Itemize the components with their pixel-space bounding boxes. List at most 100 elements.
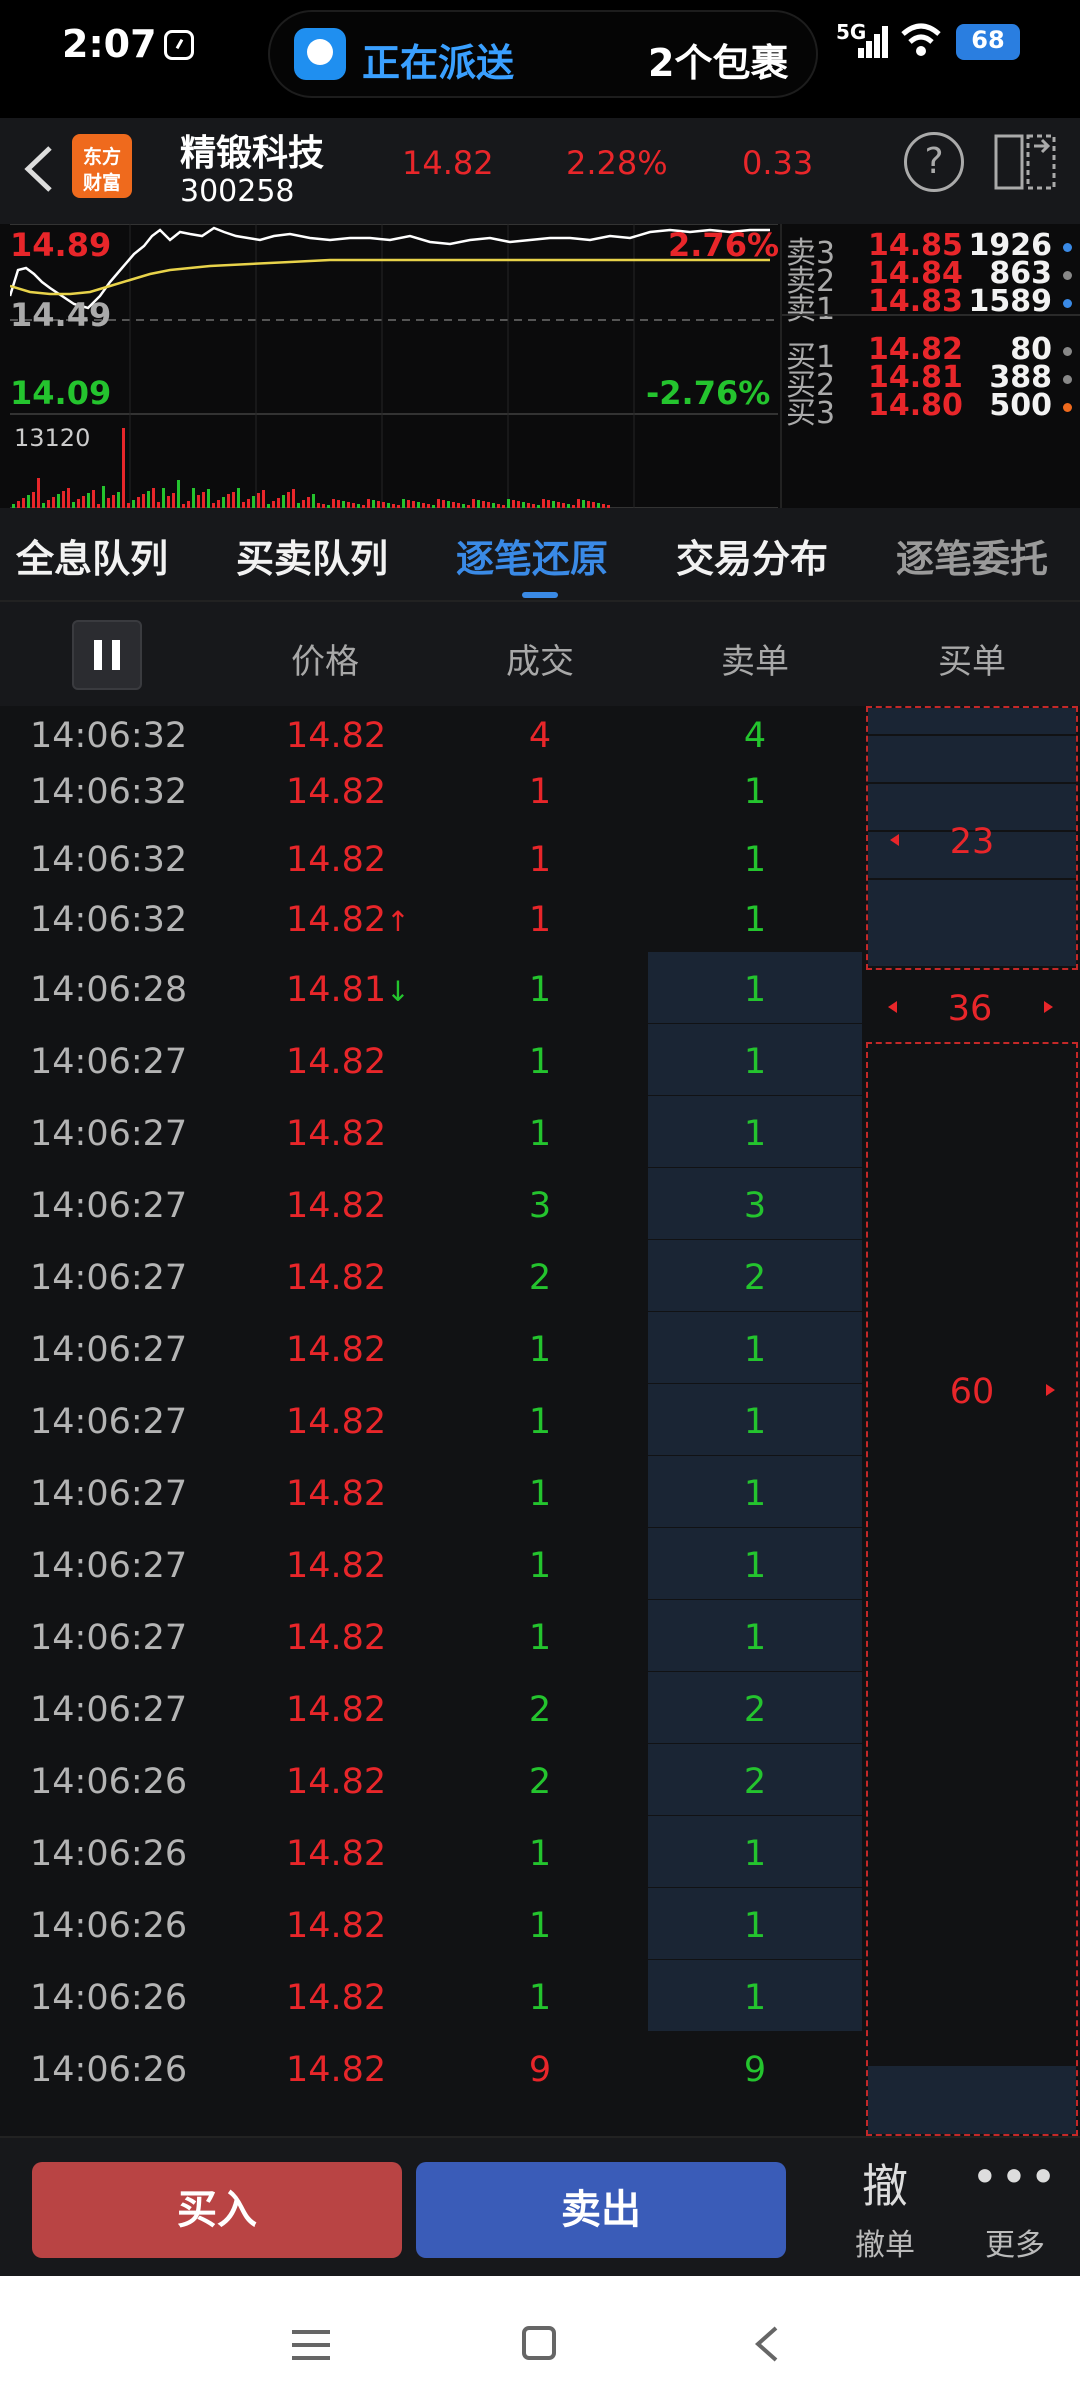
sell-order-size: 1 bbox=[743, 1114, 767, 1154]
trade-price: 14.82 bbox=[286, 2050, 386, 2090]
intraday-chart-area[interactable]: 14.89 2.76% 14.49 14.09 -2.76% 13120 卖3 1… bbox=[0, 224, 1080, 508]
volume-bar bbox=[447, 501, 450, 508]
volume-bar bbox=[17, 501, 20, 508]
volume-bar bbox=[342, 501, 345, 508]
logo-line-1: 东方 bbox=[82, 146, 121, 168]
ask-level-row: 卖1 14.83 1589 bbox=[782, 284, 1080, 327]
volume-bar bbox=[282, 495, 285, 508]
trade-time: 14:06:27 bbox=[30, 1258, 188, 1298]
volume-bar bbox=[152, 488, 155, 508]
stock-code: 300258 bbox=[180, 174, 295, 209]
volume-bar bbox=[272, 501, 275, 508]
logo-line-2: 财富 bbox=[82, 172, 121, 194]
trade-time: 14:06:32 bbox=[30, 900, 188, 940]
buy-order-cell bbox=[868, 736, 1076, 784]
volume-bar bbox=[507, 499, 510, 508]
buy-order-group-2[interactable]: 36 bbox=[866, 972, 1078, 1042]
trade-volume: 4 bbox=[528, 716, 552, 756]
buy-order-group-3[interactable]: 60 bbox=[866, 1042, 1078, 2136]
pause-button[interactable] bbox=[72, 620, 142, 690]
chart-low-pct: -2.76% bbox=[646, 374, 771, 412]
volume-bar bbox=[107, 498, 110, 508]
sell-order-size: 3 bbox=[743, 1186, 767, 1226]
buy-button[interactable]: 买入 bbox=[32, 2162, 402, 2258]
trade-price: 14.82 bbox=[286, 1258, 386, 1298]
sell-order-cell: 1 bbox=[648, 1600, 862, 1673]
sell-button[interactable]: 卖出 bbox=[416, 2162, 786, 2258]
stock-header: 东方 财富 精锻科技 300258 14.82 2.28% 0.33 ? bbox=[0, 118, 1080, 224]
sell-order-cell: 3 bbox=[648, 1168, 862, 1241]
sell-order-cell: 1 bbox=[648, 1960, 862, 2033]
trade-volume: 1 bbox=[528, 840, 552, 880]
trade-time: 14:06:27 bbox=[30, 1690, 188, 1730]
volume-bar bbox=[77, 499, 80, 508]
volume-bar bbox=[367, 499, 370, 508]
column-price: 价格 bbox=[291, 642, 359, 682]
home-icon[interactable] bbox=[522, 2326, 556, 2360]
trade-price-value: 14.82 bbox=[286, 2050, 387, 2090]
trade-price: 14.82 bbox=[286, 1474, 386, 1514]
trade-price: 14.82 bbox=[286, 772, 386, 812]
volume-bar bbox=[207, 489, 210, 508]
volume-bar bbox=[137, 497, 140, 508]
delivery-package-count: 2个包裹 bbox=[648, 41, 789, 85]
volume-bar bbox=[87, 493, 90, 508]
trade-volume: 1 bbox=[528, 1546, 552, 1586]
trade-price-value: 14.82 bbox=[286, 1402, 387, 1442]
back-arrow-icon[interactable] bbox=[22, 144, 56, 194]
trade-price-value: 14.82 bbox=[286, 1546, 387, 1586]
sell-order-size: 1 bbox=[743, 900, 767, 940]
delivery-notification-pill[interactable]: 正在派送 2个包裹 bbox=[268, 10, 818, 98]
trade-price-value: 14.82 bbox=[286, 1762, 387, 1802]
volume-bar bbox=[412, 501, 415, 508]
sell-order-cell: 1 bbox=[648, 1816, 862, 1889]
trade-price: 14.82 bbox=[286, 1330, 386, 1370]
trade-price-value: 14.82 bbox=[286, 772, 387, 812]
trade-price: 14.82 bbox=[286, 1762, 386, 1802]
volume-bar bbox=[192, 488, 195, 508]
column-header: 价格 成交 卖单 买单 bbox=[0, 600, 1080, 706]
tab-tick-restore[interactable]: 逐笔还原 bbox=[456, 528, 608, 583]
recent-apps-icon[interactable] bbox=[292, 2330, 330, 2360]
system-back-icon[interactable] bbox=[752, 2324, 782, 2364]
system-nav-bar bbox=[0, 2276, 1080, 2400]
next-order-icon bbox=[1046, 1384, 1055, 1396]
level-dot-icon bbox=[1063, 299, 1072, 308]
volume-bar bbox=[37, 478, 40, 508]
trade-time: 14:06:27 bbox=[30, 1546, 188, 1586]
trade-price-value: 14.82 bbox=[286, 1042, 387, 1082]
cancel-order-button[interactable]: 撤 撤单 bbox=[830, 2150, 940, 2270]
more-button[interactable]: ••• 更多 bbox=[960, 2150, 1070, 2270]
intraday-chart[interactable] bbox=[10, 224, 778, 508]
help-icon[interactable]: ? bbox=[904, 132, 964, 192]
trade-price-value: 14.82 bbox=[286, 1330, 387, 1370]
trade-volume: 3 bbox=[528, 1186, 552, 1226]
volume-bar bbox=[62, 491, 65, 508]
trade-volume: 9 bbox=[528, 2050, 552, 2090]
volume-bar bbox=[82, 496, 85, 508]
volume-bar bbox=[542, 499, 545, 508]
level-dot-icon bbox=[1063, 375, 1072, 384]
chart-low-price: 14.09 bbox=[10, 374, 112, 412]
trade-price: 14.82 bbox=[286, 1906, 386, 1946]
level-dot-icon bbox=[1063, 271, 1072, 280]
volume-bar bbox=[332, 499, 335, 508]
buy-order-group-1[interactable]: 23 bbox=[866, 706, 1078, 970]
trade-time: 14:06:27 bbox=[30, 1042, 188, 1082]
tab-tick-orders[interactable]: 逐笔委托 bbox=[896, 528, 1048, 583]
more-icon: ••• bbox=[971, 2150, 1059, 2204]
trade-volume: 2 bbox=[528, 1762, 552, 1802]
split-screen-icon[interactable] bbox=[994, 132, 1056, 192]
volume-bar bbox=[237, 488, 240, 508]
tick-trade-list[interactable]: 14:06:32 14.82 4 4 14:06:32 14.82 1 1 14:06:32 14… bbox=[0, 706, 1080, 2136]
column-buy-orders: 买单 bbox=[938, 642, 1006, 682]
tab-bid-ask-queue[interactable]: 买卖队列 bbox=[236, 528, 388, 583]
sell-order-cell: 1 bbox=[648, 1888, 862, 1961]
tab-trade-distribution[interactable]: 交易分布 bbox=[676, 528, 828, 583]
volume-bar bbox=[47, 500, 50, 508]
trade-price-value: 14.82 bbox=[286, 1186, 387, 1226]
level-dot-icon bbox=[1063, 243, 1072, 252]
trade-volume: 1 bbox=[528, 1330, 552, 1370]
tab-full-queue[interactable]: 全息队列 bbox=[16, 528, 168, 583]
trade-price: 14.82 bbox=[286, 1186, 386, 1226]
